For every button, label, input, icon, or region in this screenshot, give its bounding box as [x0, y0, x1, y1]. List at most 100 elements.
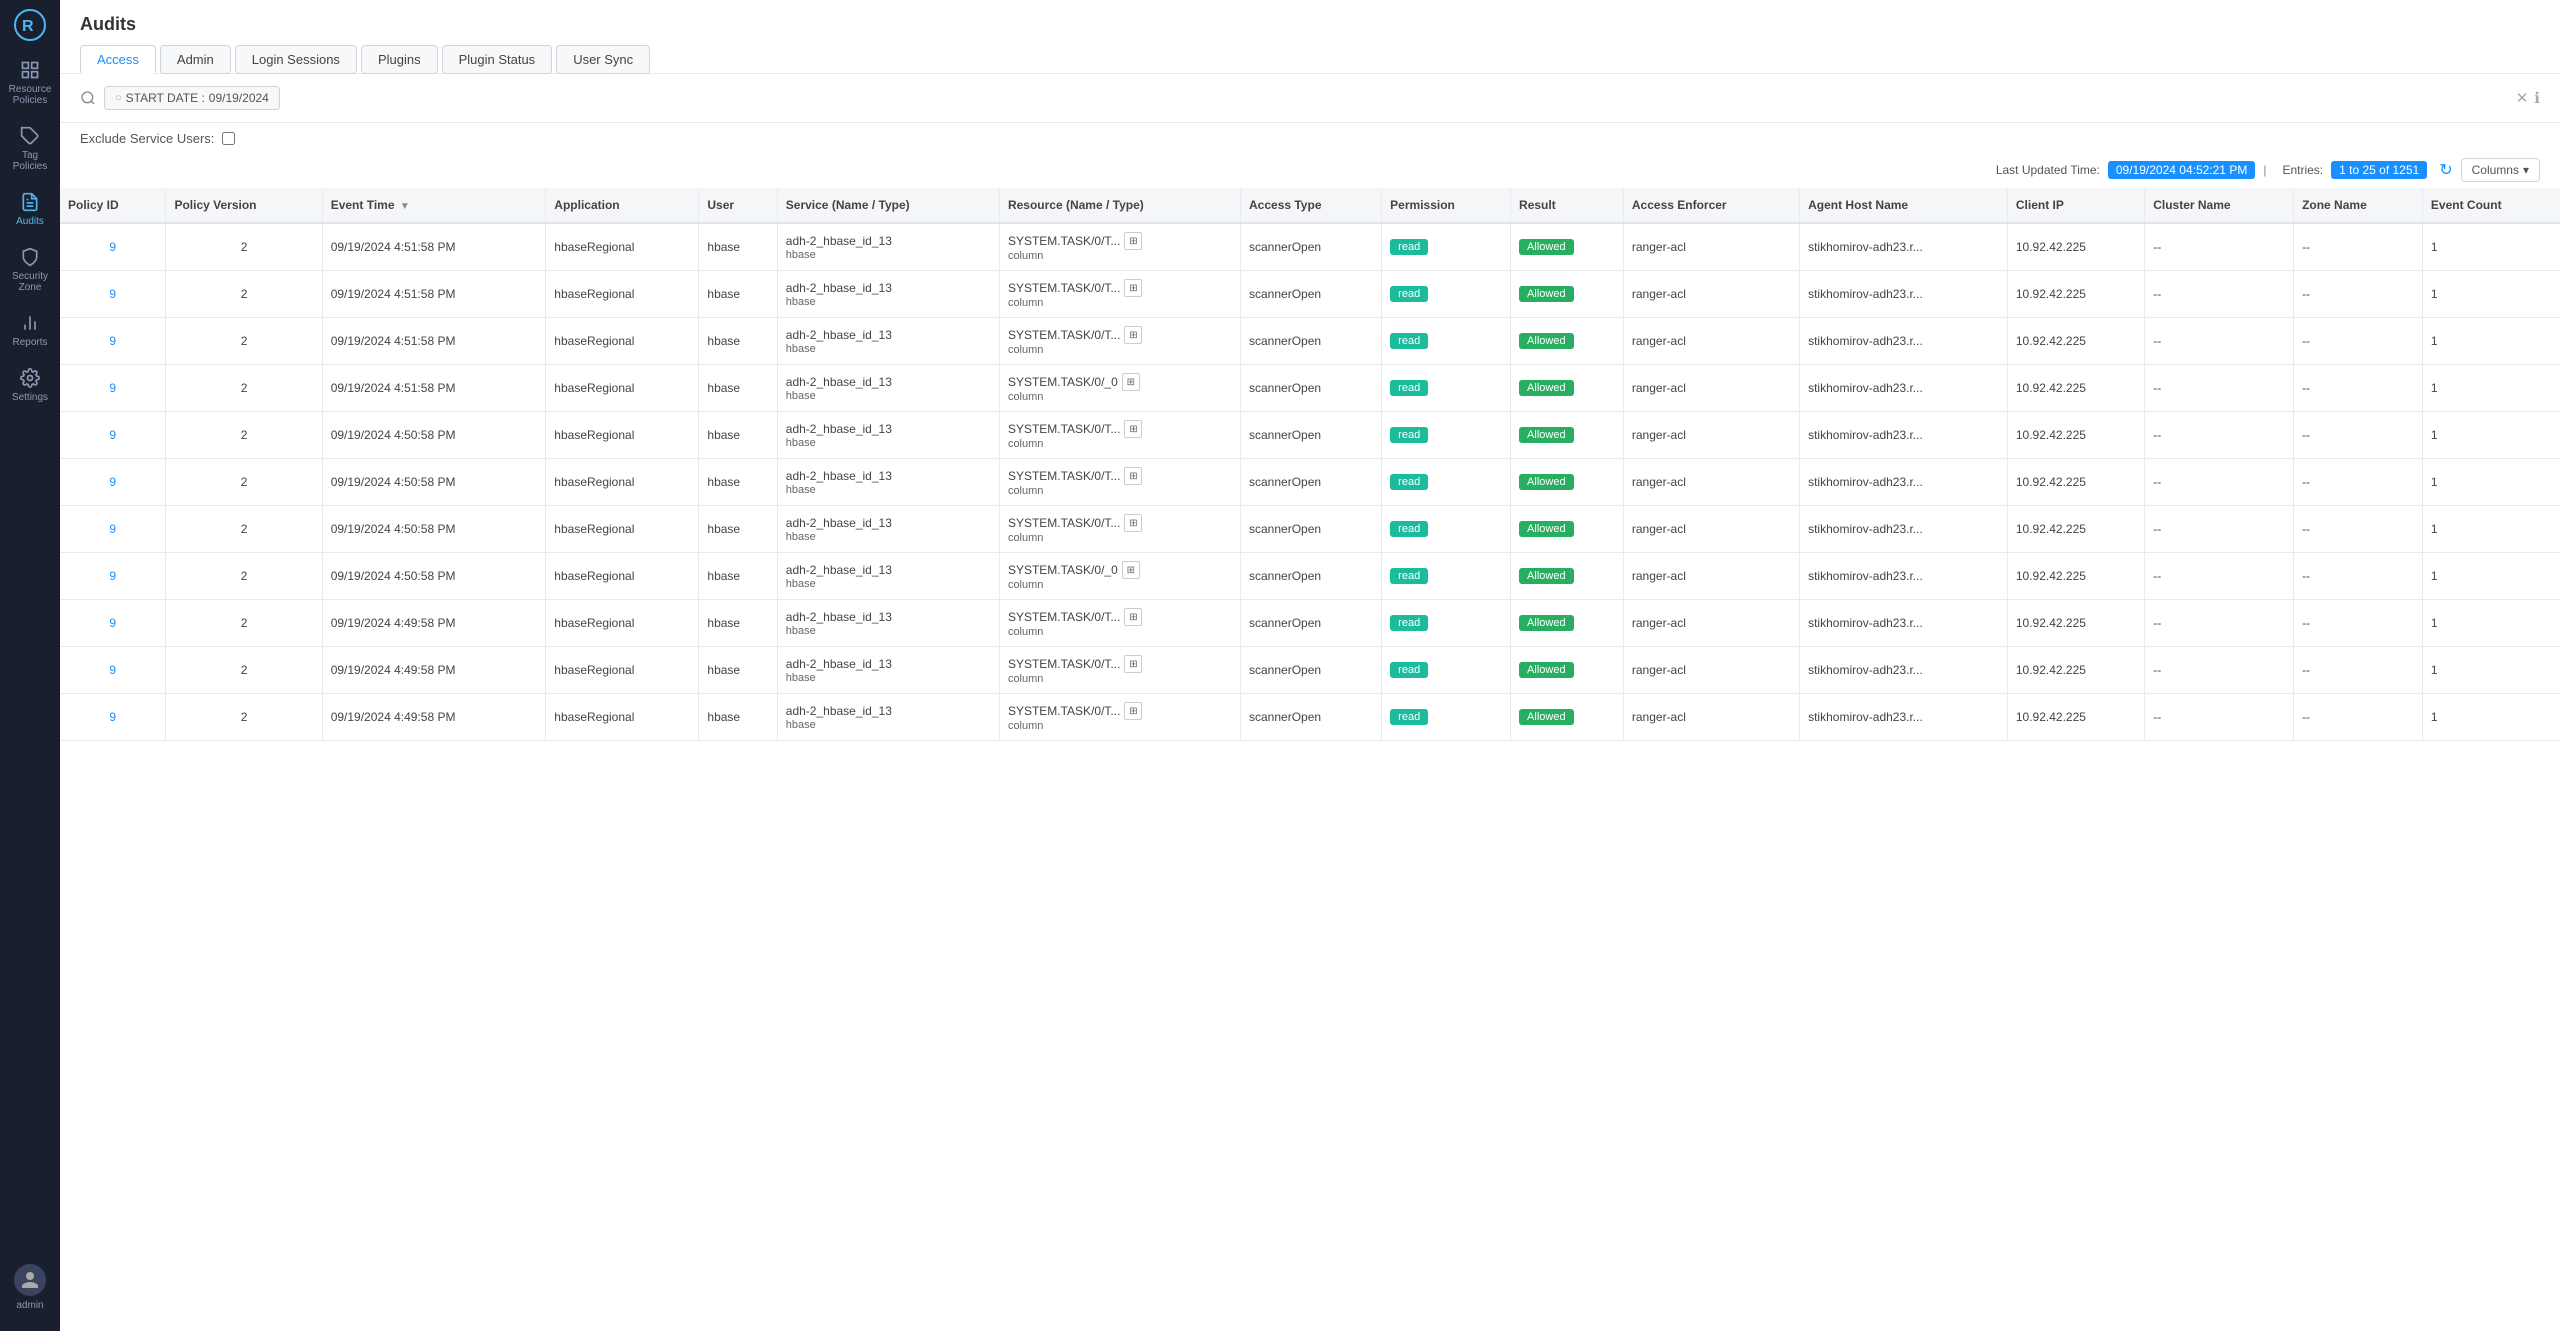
cell-event-count: 1	[2422, 318, 2560, 365]
cell-access-enforcer: ranger-acl	[1623, 600, 1799, 647]
col-user[interactable]: User	[699, 188, 777, 223]
cell-user: hbase	[699, 506, 777, 553]
resource-detail-icon[interactable]: ⊞	[1124, 608, 1142, 626]
cell-agent-host: stikhomirov-adh23.r...	[1800, 694, 2008, 741]
col-resource[interactable]: Resource (Name / Type)	[999, 188, 1240, 223]
clear-icon[interactable]: ✕	[2516, 89, 2529, 107]
cell-event-count: 1	[2422, 459, 2560, 506]
info-icon[interactable]: ℹ	[2534, 89, 2540, 107]
entries-value: 1 to 25 of 1251	[2331, 161, 2427, 179]
sidebar-item-tag-policies[interactable]: Tag Policies	[0, 116, 60, 182]
resource-detail-icon[interactable]: ⊞	[1122, 373, 1140, 391]
col-zone-name[interactable]: Zone Name	[2294, 188, 2423, 223]
col-result[interactable]: Result	[1511, 188, 1624, 223]
cell-policy-id[interactable]: 9	[60, 600, 166, 647]
cell-zone-name: --	[2294, 647, 2423, 694]
col-permission[interactable]: Permission	[1382, 188, 1511, 223]
sidebar-item-reports[interactable]: Reports	[0, 303, 60, 358]
col-application[interactable]: Application	[546, 188, 699, 223]
cell-policy-id[interactable]: 9	[60, 553, 166, 600]
sidebar-item-resource-policies[interactable]: Resource Policies	[0, 50, 60, 116]
refresh-button[interactable]: ↻	[2439, 160, 2452, 180]
cell-policy-id[interactable]: 9	[60, 271, 166, 318]
cell-policy-version: 2	[166, 459, 322, 506]
cell-resource: SYSTEM.TASK/0/T... ⊞ column	[999, 600, 1240, 647]
tab-user-sync[interactable]: User Sync	[556, 45, 650, 74]
resource-detail-icon[interactable]: ⊞	[1124, 279, 1142, 297]
cell-access-type: scannerOpen	[1241, 223, 1382, 271]
resource-detail-icon[interactable]: ⊞	[1124, 232, 1142, 250]
sidebar-item-security-zone[interactable]: Security Zone	[0, 237, 60, 303]
tab-plugins[interactable]: Plugins	[361, 45, 438, 74]
col-event-count[interactable]: Event Count	[2422, 188, 2560, 223]
cell-policy-version: 2	[166, 271, 322, 318]
cell-event-time: 09/19/2024 4:50:58 PM	[322, 553, 546, 600]
sidebar-item-label: Tag Policies	[4, 150, 56, 172]
cell-client-ip: 10.92.42.225	[2007, 459, 2144, 506]
tab-admin[interactable]: Admin	[160, 45, 231, 74]
col-policy-id[interactable]: Policy ID	[60, 188, 166, 223]
tab-plugin-status[interactable]: Plugin Status	[442, 45, 553, 74]
cell-policy-id[interactable]: 9	[60, 412, 166, 459]
cell-event-time: 09/19/2024 4:49:58 PM	[322, 647, 546, 694]
col-access-type[interactable]: Access Type	[1241, 188, 1382, 223]
cell-policy-id[interactable]: 9	[60, 318, 166, 365]
resource-detail-icon[interactable]: ⊞	[1122, 561, 1140, 579]
cell-service: adh-2_hbase_id_13 hbase	[777, 647, 999, 694]
resource-detail-icon[interactable]: ⊞	[1124, 420, 1142, 438]
sidebar-item-settings[interactable]: Settings	[0, 358, 60, 413]
cell-user: hbase	[699, 412, 777, 459]
col-agent-host[interactable]: Agent Host Name	[1800, 188, 2008, 223]
cell-result: Allowed	[1511, 694, 1624, 741]
tab-access[interactable]: Access	[80, 45, 156, 74]
cell-user: hbase	[699, 271, 777, 318]
table-row: 9 2 09/19/2024 4:49:58 PM hbaseRegional …	[60, 600, 2560, 647]
resource-detail-icon[interactable]: ⊞	[1124, 514, 1142, 532]
cell-application: hbaseRegional	[546, 223, 699, 271]
columns-button[interactable]: Columns ▾	[2461, 158, 2540, 182]
sidebar-item-label: Security Zone	[4, 271, 56, 293]
app-logo[interactable]: R	[0, 0, 60, 50]
cell-policy-id[interactable]: 9	[60, 365, 166, 412]
cell-policy-id[interactable]: 9	[60, 223, 166, 271]
sidebar-item-audits[interactable]: Audits	[0, 182, 60, 237]
cell-user: hbase	[699, 694, 777, 741]
col-cluster-name[interactable]: Cluster Name	[2145, 188, 2294, 223]
cell-service: adh-2_hbase_id_13 hbase	[777, 600, 999, 647]
table-row: 9 2 09/19/2024 4:49:58 PM hbaseRegional …	[60, 694, 2560, 741]
last-updated-label: Last Updated Time:	[1996, 163, 2100, 177]
cell-event-time: 09/19/2024 4:51:58 PM	[322, 271, 546, 318]
col-client-ip[interactable]: Client IP	[2007, 188, 2144, 223]
cell-application: hbaseRegional	[546, 553, 699, 600]
audit-table: Policy ID Policy Version Event Time ▼ Ap…	[60, 188, 2560, 741]
col-service[interactable]: Service (Name / Type)	[777, 188, 999, 223]
start-date-value: 09/19/2024	[209, 91, 269, 105]
cell-cluster-name: --	[2145, 365, 2294, 412]
clock-icon: ○	[115, 92, 122, 104]
resource-detail-icon[interactable]: ⊞	[1124, 702, 1142, 720]
table-row: 9 2 09/19/2024 4:49:58 PM hbaseRegional …	[60, 647, 2560, 694]
cell-application: hbaseRegional	[546, 365, 699, 412]
sidebar-item-admin[interactable]: admin	[0, 1254, 60, 1321]
tab-login-sessions[interactable]: Login Sessions	[235, 45, 357, 74]
col-access-enforcer[interactable]: Access Enforcer	[1623, 188, 1799, 223]
resource-detail-icon[interactable]: ⊞	[1124, 655, 1142, 673]
cell-policy-id[interactable]: 9	[60, 506, 166, 553]
cell-zone-name: --	[2294, 694, 2423, 741]
resource-detail-icon[interactable]: ⊞	[1124, 326, 1142, 344]
cell-resource: SYSTEM.TASK/0/T... ⊞ column	[999, 459, 1240, 506]
search-button[interactable]	[80, 90, 96, 106]
date-filter[interactable]: ○ START DATE : 09/19/2024	[104, 86, 280, 110]
cell-policy-id[interactable]: 9	[60, 694, 166, 741]
cell-service: adh-2_hbase_id_13 hbase	[777, 412, 999, 459]
col-policy-version[interactable]: Policy Version	[166, 188, 322, 223]
cell-event-time: 09/19/2024 4:49:58 PM	[322, 600, 546, 647]
col-event-time[interactable]: Event Time ▼	[322, 188, 546, 223]
cell-policy-id[interactable]: 9	[60, 459, 166, 506]
cell-service: adh-2_hbase_id_13 hbase	[777, 694, 999, 741]
cell-access-type: scannerOpen	[1241, 459, 1382, 506]
resource-detail-icon[interactable]: ⊞	[1124, 467, 1142, 485]
exclude-checkbox[interactable]	[222, 132, 235, 145]
cell-policy-id[interactable]: 9	[60, 647, 166, 694]
cell-user: hbase	[699, 600, 777, 647]
